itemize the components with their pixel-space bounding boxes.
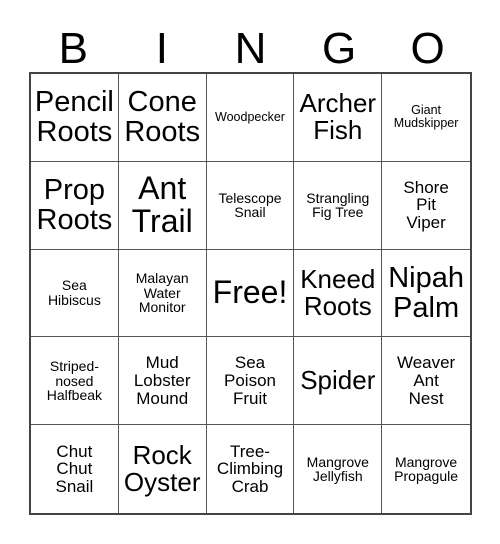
- bingo-cell[interactable]: Spider: [294, 337, 383, 426]
- bingo-header-letter-g: G: [321, 24, 357, 73]
- bingo-cell[interactable]: Kneed Roots: [294, 249, 383, 338]
- bingo-cell-label: Strangling Fig Tree: [306, 189, 370, 221]
- bingo-cell[interactable]: Shore Pit Viper: [382, 161, 470, 250]
- bingo-cell[interactable]: Tree- Climbing Crab: [206, 425, 295, 513]
- bingo-cell[interactable]: Sea Poison Fruit: [206, 337, 295, 426]
- bingo-cell-label: Kneed Roots: [300, 263, 376, 321]
- bingo-cell[interactable]: Striped- nosed Halfbeak: [31, 337, 119, 426]
- bingo-card: B I N G O Pencil Roots Cone Roots Woodpe…: [0, 0, 500, 544]
- bingo-cell-label: Free!: [212, 274, 288, 311]
- bingo-cell-label: Cone Roots: [124, 86, 201, 149]
- bingo-header-letter-o: O: [410, 24, 445, 73]
- bingo-cell-label: Woodpecker: [215, 109, 285, 124]
- bingo-cell[interactable]: Weaver Ant Nest: [382, 337, 470, 426]
- bingo-cell[interactable]: Cone Roots: [118, 74, 207, 162]
- bingo-cell[interactable]: Ant Trail: [118, 161, 207, 250]
- bingo-cell-label: Ant Trail: [131, 169, 193, 240]
- bingo-cell-label: Prop Roots: [36, 174, 113, 237]
- bingo-header-letter-i: I: [155, 24, 168, 73]
- bingo-cell-label: Spider: [300, 365, 376, 396]
- bingo-cell[interactable]: Rock Oyster: [118, 425, 207, 513]
- bingo-cell[interactable]: Malayan Water Monitor: [118, 249, 207, 338]
- bingo-cell[interactable]: Nipah Palm: [382, 249, 470, 338]
- bingo-cell-label: Mangrove Jellyfish: [306, 453, 369, 485]
- bingo-cell[interactable]: Strangling Fig Tree: [294, 161, 383, 250]
- bingo-cell-label: Rock Oyster: [123, 440, 201, 498]
- bingo-cell-label: Archer Fish: [299, 88, 377, 146]
- bingo-cell[interactable]: Pencil Roots: [31, 74, 119, 162]
- bingo-cell-label: Malayan Water Monitor: [135, 270, 189, 316]
- bingo-cell[interactable]: Prop Roots: [31, 161, 119, 250]
- bingo-cell-label: Mud Lobster Mound: [133, 353, 191, 408]
- bingo-grid: Pencil Roots Cone Roots Woodpecker Arche…: [29, 72, 472, 515]
- bingo-cell-label: Striped- nosed Halfbeak: [46, 357, 103, 404]
- bingo-cell[interactable]: Giant Mudskipper: [382, 74, 470, 162]
- bingo-cell-label: Telescope Snail: [218, 189, 282, 221]
- bingo-cell[interactable]: Mud Lobster Mound: [118, 337, 207, 426]
- bingo-cell-label: Weaver Ant Nest: [396, 353, 456, 408]
- bingo-header-letter-b: B: [58, 24, 88, 73]
- bingo-header-letter-n: N: [234, 24, 267, 73]
- bingo-cell[interactable]: Chut Chut Snail: [31, 425, 119, 513]
- bingo-cell-label: Giant Mudskipper: [393, 103, 459, 131]
- bingo-cell-label: Tree- Climbing Crab: [216, 441, 284, 496]
- bingo-cell-label: Sea Poison Fruit: [224, 353, 276, 408]
- bingo-cell-label: Mangrove Propagule: [394, 453, 458, 485]
- bingo-cell-label: Shore Pit Viper: [403, 177, 449, 233]
- bingo-cell-free-space[interactable]: Free!: [206, 249, 295, 338]
- bingo-cell-label: Pencil Roots: [34, 86, 114, 149]
- bingo-cell[interactable]: Mangrove Jellyfish: [294, 425, 383, 513]
- bingo-cell-label: Sea Hibiscus: [47, 277, 101, 308]
- bingo-cell[interactable]: Woodpecker: [206, 74, 295, 162]
- bingo-cell-label: Nipah Palm: [388, 261, 464, 324]
- bingo-cell[interactable]: Sea Hibiscus: [31, 249, 119, 338]
- bingo-cell-label: Chut Chut Snail: [55, 441, 94, 496]
- bingo-cell[interactable]: Mangrove Propagule: [382, 425, 470, 513]
- bingo-cell[interactable]: Telescope Snail: [206, 161, 295, 250]
- bingo-header-letters: B I N G O: [29, 18, 472, 72]
- bingo-cell[interactable]: Archer Fish: [294, 74, 383, 162]
